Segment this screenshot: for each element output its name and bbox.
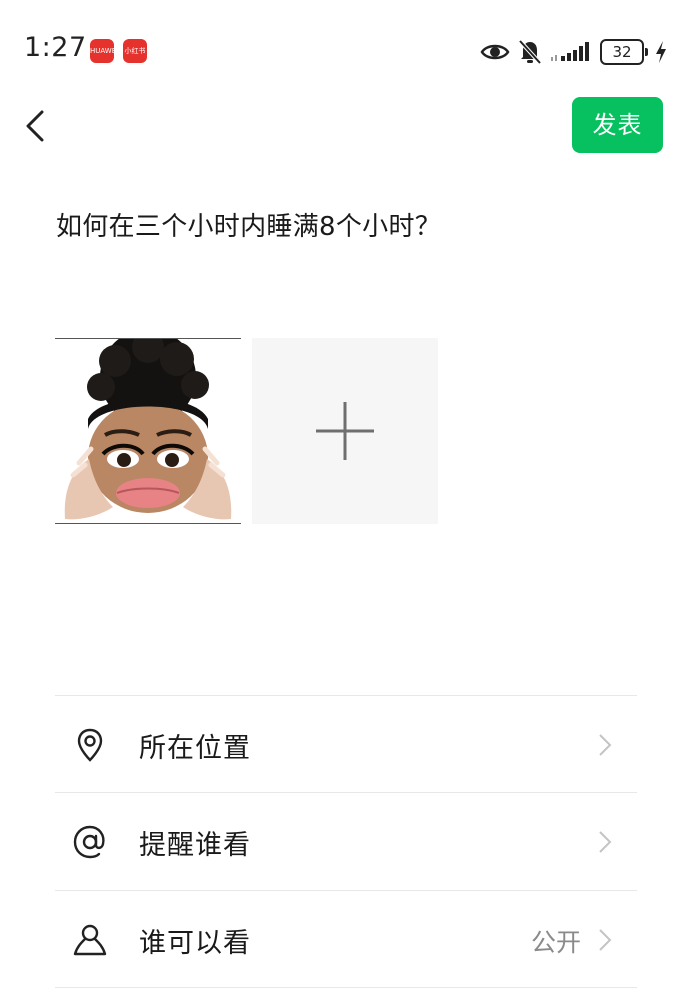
huawei-app-icon: HUAWEI xyxy=(90,39,114,63)
mention-row[interactable]: 提醒谁看 xyxy=(55,793,637,889)
location-row[interactable]: 所在位置 xyxy=(55,696,637,792)
status-bar: 1:27 HUAWEI 小红书 32 xyxy=(0,0,690,100)
cartoon-face-image xyxy=(64,339,232,520)
chevron-left-icon xyxy=(26,110,44,142)
person-icon xyxy=(73,924,107,956)
chevron-right-icon xyxy=(599,734,612,756)
chevron-right-icon xyxy=(599,929,612,951)
location-label: 所在位置 xyxy=(139,733,251,764)
divider xyxy=(55,987,637,988)
eye-icon xyxy=(480,44,510,60)
visibility-label: 谁可以看 xyxy=(139,928,251,959)
mention-label: 提醒谁看 xyxy=(139,830,251,861)
add-image-button[interactable] xyxy=(252,338,438,524)
back-button[interactable] xyxy=(20,104,56,148)
visibility-row[interactable]: 谁可以看 公开 xyxy=(55,891,637,987)
status-time: 1:27 xyxy=(24,32,87,63)
charging-icon xyxy=(656,41,666,63)
post-text[interactable]: 如何在三个小时内睡满8个小时？ xyxy=(56,206,441,243)
signal-icon xyxy=(551,42,589,61)
battery-icon: 32 xyxy=(600,39,648,65)
xiaohongshu-app-icon: 小红书 xyxy=(123,39,147,63)
image-thumbnail[interactable] xyxy=(55,338,241,524)
visibility-value: 公开 xyxy=(530,928,581,957)
status-icons: 32 xyxy=(472,36,668,68)
publish-button[interactable]: 发表 xyxy=(572,97,663,153)
moments-compose-screen: 1:27 HUAWEI 小红书 32 xyxy=(0,0,690,998)
at-icon xyxy=(73,825,105,859)
chevron-right-icon xyxy=(599,831,612,853)
location-pin-icon xyxy=(77,728,103,762)
plus-icon xyxy=(316,402,374,460)
bell-muted-icon xyxy=(518,39,542,65)
